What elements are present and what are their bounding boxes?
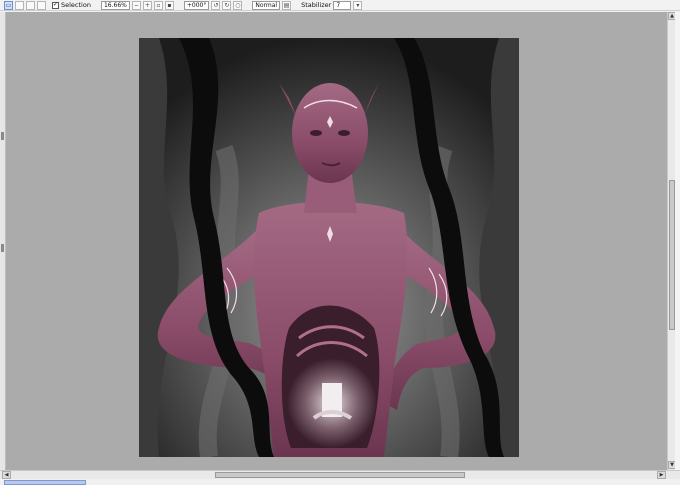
stabilizer-label: Stabilizer [301,1,332,9]
zoom-fit-button[interactable]: ▫ [153,0,163,10]
rotate-left-button[interactable]: ↺ [211,0,221,10]
stabilizer-dropdown-button[interactable]: ▾ [353,0,363,10]
selection-label: Selection [61,1,91,9]
document-tab[interactable] [4,480,86,485]
horizontal-scrollbar[interactable]: ◀ ▶ [0,470,680,479]
paint-app-window: ▭ ✓ Selection 16.66% − + ▫ ▪ +000° ↺ ↻ ○… [0,0,680,485]
panel-grip-middle[interactable] [1,244,4,252]
zoom-reset-button[interactable]: ▪ [164,0,174,10]
right-side-panel-edge [675,12,680,470]
zoom-out-button[interactable]: − [131,0,141,10]
zoom-field[interactable]: 16.66% [100,0,130,10]
pointer-tool-button[interactable]: ▭ [4,0,13,10]
artwork-canvas[interactable] [139,38,519,457]
panel-grip-top[interactable] [1,132,4,140]
scroll-right-arrow-icon[interactable]: ▶ [657,471,666,479]
vertical-scrollbar[interactable]: ▲ ▼ [667,12,676,470]
status-bar [0,479,680,485]
blend-mode-button[interactable]: ▤ [282,0,292,10]
scroll-left-arrow-icon[interactable]: ◀ [2,471,11,479]
zoom-in-button[interactable]: + [142,0,152,10]
rotate-reset-button[interactable]: ○ [233,0,243,10]
rotation-field[interactable]: +000° [183,0,210,10]
tool-button-2[interactable] [15,0,24,10]
horizontal-scroll-thumb[interactable] [215,472,465,478]
stabilizer-field[interactable]: 7 [333,0,352,10]
selection-checkbox[interactable]: ✓ [52,1,59,9]
rotate-right-button[interactable]: ↻ [222,0,232,10]
tool-button-4[interactable] [37,0,46,10]
tool-button-3[interactable] [26,0,35,10]
top-toolbar: ▭ ✓ Selection 16.66% − + ▫ ▪ +000° ↺ ↻ ○… [0,0,680,11]
artwork-image [139,38,519,457]
blend-mode-select[interactable]: Normal [252,0,281,10]
